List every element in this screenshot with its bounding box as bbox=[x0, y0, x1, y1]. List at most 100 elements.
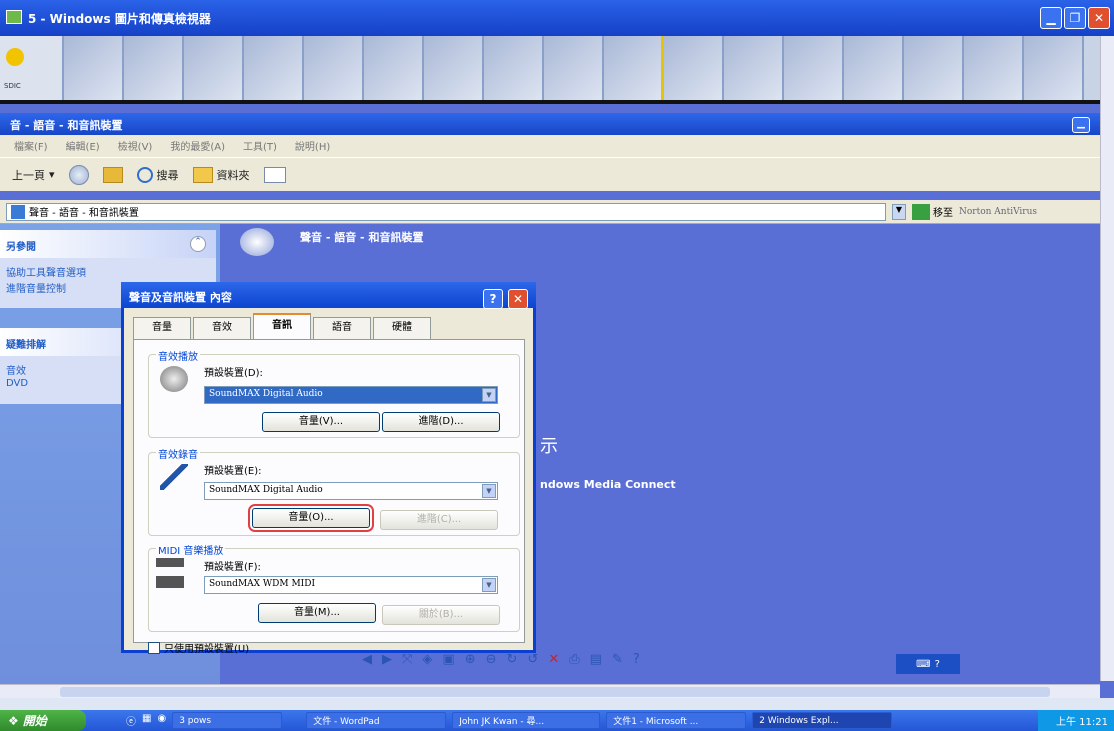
sound-window-titlebar[interactable]: 音 - 語音 - 和音訊裝置 bbox=[0, 113, 1100, 135]
zoom-in-icon[interactable]: ⊕ bbox=[465, 652, 476, 667]
playback-device-select[interactable]: SoundMAX Digital Audio ▼ bbox=[204, 386, 498, 404]
dialog-titlebar[interactable]: 聲音及音訊裝置 內容 bbox=[121, 282, 536, 308]
tab-volume[interactable]: 音量 bbox=[133, 317, 191, 339]
delete-icon[interactable]: ✕ bbox=[548, 652, 559, 667]
thumbnail[interactable] bbox=[904, 36, 964, 100]
actual-size-icon[interactable]: ◈ bbox=[422, 652, 432, 667]
start-button[interactable]: ❖ 開始 bbox=[0, 710, 86, 731]
troubleshoot-link[interactable]: DVD bbox=[6, 378, 28, 389]
minimize-button[interactable]: ▁ bbox=[1040, 7, 1062, 29]
language-bar[interactable]: ⌨ ? bbox=[896, 654, 960, 674]
taskbar-item-active[interactable]: 2 Windows Expl... bbox=[752, 712, 893, 729]
content-link[interactable]: ndows Media Connect bbox=[540, 478, 676, 491]
playback-advanced-button[interactable]: 進階(D)... bbox=[382, 412, 500, 432]
tab-sounds[interactable]: 音效 bbox=[193, 317, 251, 339]
menu-edit[interactable]: 編輯(E) bbox=[66, 138, 100, 154]
playback-volume-button[interactable]: 音量(V)... bbox=[262, 412, 380, 432]
playback-device-value: SoundMAX Digital Audio bbox=[209, 389, 323, 399]
collapse-icon[interactable]: ⌃ bbox=[190, 236, 206, 252]
troubleshoot-link[interactable]: 音效 bbox=[6, 362, 26, 377]
horizontal-scrollbar[interactable] bbox=[0, 684, 1100, 698]
sound-window-minimize-button[interactable]: ▁ bbox=[1072, 117, 1090, 133]
up-folder-icon[interactable] bbox=[102, 166, 123, 183]
menu-favorites[interactable]: 我的最愛(A) bbox=[170, 138, 225, 154]
norton-toolbar[interactable]: Norton AntiVirus bbox=[959, 207, 1037, 217]
slideshow-icon[interactable]: ▣ bbox=[442, 652, 454, 667]
folders-button[interactable]: 資料夾 bbox=[192, 166, 250, 183]
address-input[interactable]: 聲音 - 語音 - 和音訊裝置 bbox=[6, 202, 886, 221]
default-only-option[interactable]: 只使用預設裝置(U) bbox=[148, 640, 249, 655]
tab-strip: 音量 音效 音訊 語音 硬體 bbox=[133, 313, 433, 339]
thumbnail[interactable] bbox=[484, 36, 544, 100]
thumbnail[interactable] bbox=[544, 36, 604, 100]
recording-device-select[interactable]: SoundMAX Digital Audio ▼ bbox=[204, 482, 498, 500]
previous-icon[interactable]: ◀ bbox=[362, 652, 372, 667]
vertical-scrollbar[interactable] bbox=[1100, 36, 1114, 681]
rotate-ccw-icon[interactable]: ↺ bbox=[527, 652, 538, 667]
edit-icon[interactable]: ✎ bbox=[612, 652, 623, 667]
tab-voice[interactable]: 語音 bbox=[313, 317, 371, 339]
tab-hardware[interactable]: 硬體 bbox=[373, 317, 431, 339]
midi-volume-button[interactable]: 音量(M)... bbox=[258, 603, 376, 623]
back-button[interactable]: 上一頁 ▾ bbox=[12, 167, 55, 183]
maximize-button[interactable]: ❐ bbox=[1064, 7, 1086, 29]
search-button[interactable]: 搜尋 bbox=[136, 166, 179, 183]
see-also-link[interactable]: 協助工具聲音選項 bbox=[6, 264, 86, 279]
thumbnail[interactable] bbox=[424, 36, 484, 100]
tab-audio[interactable]: 音訊 bbox=[253, 313, 311, 339]
thumbnail[interactable] bbox=[124, 36, 184, 100]
recording-advanced-button[interactable]: 進階(C)... bbox=[380, 510, 498, 530]
show-desktop-icon[interactable]: ▦ bbox=[142, 713, 151, 728]
save-icon[interactable]: ▤ bbox=[590, 652, 602, 667]
thumbnail-selected[interactable] bbox=[604, 36, 664, 100]
midi-device-select[interactable]: SoundMAX WDM MIDI ▼ bbox=[204, 576, 498, 594]
taskbar-item[interactable]: 文件1 - Microsoft ... bbox=[606, 712, 747, 729]
chevron-down-icon[interactable]: ▼ bbox=[482, 578, 496, 592]
best-fit-icon[interactable]: ⤧ bbox=[402, 652, 412, 667]
thumbnail[interactable] bbox=[364, 36, 424, 100]
thumbnail[interactable] bbox=[244, 36, 304, 100]
taskbar-item[interactable]: 文件 - WordPad bbox=[306, 712, 447, 729]
thumbnail[interactable] bbox=[1024, 36, 1084, 100]
menu-view[interactable]: 檢視(V) bbox=[118, 138, 153, 154]
midi-about-button[interactable]: 關於(B)... bbox=[382, 605, 500, 625]
taskbar-item[interactable]: 3 pows bbox=[172, 712, 283, 729]
thumbnail[interactable] bbox=[664, 36, 724, 100]
thumbnail[interactable] bbox=[184, 36, 244, 100]
print-icon[interactable]: ⎙ bbox=[569, 652, 579, 667]
see-also-header[interactable]: 另參閱 bbox=[0, 230, 216, 258]
help-icon[interactable]: ? bbox=[633, 652, 640, 667]
menu-file[interactable]: 檔案(F) bbox=[14, 138, 48, 154]
rotate-cw-icon[interactable]: ↻ bbox=[507, 652, 518, 667]
quick-launch: ⓔ ▦ ◉ bbox=[126, 713, 166, 728]
zoom-out-icon[interactable]: ⊖ bbox=[486, 652, 497, 667]
photo-viewer-titlebar[interactable]: 5 - Windows 圖片和傳真檢視器 bbox=[0, 0, 1114, 36]
recording-device-label: 預設裝置(E): bbox=[204, 466, 262, 477]
views-icon[interactable] bbox=[263, 166, 286, 183]
thumbnail[interactable] bbox=[844, 36, 904, 100]
address-dropdown[interactable]: ▼ bbox=[892, 203, 906, 220]
default-only-checkbox[interactable] bbox=[148, 641, 160, 654]
see-also-link[interactable]: 進階音量控制 bbox=[6, 280, 66, 295]
recording-volume-button[interactable]: 音量(O)... bbox=[248, 504, 374, 532]
thumbnail[interactable] bbox=[964, 36, 1024, 100]
dialog-close-button[interactable]: ✕ bbox=[508, 289, 528, 309]
close-button[interactable]: ✕ bbox=[1088, 7, 1110, 29]
media-icon[interactable]: ◉ bbox=[157, 713, 166, 728]
chevron-down-icon[interactable]: ▼ bbox=[482, 484, 496, 498]
thumbnail[interactable] bbox=[64, 36, 124, 100]
thumbnail[interactable] bbox=[724, 36, 784, 100]
ie-icon[interactable]: ⓔ bbox=[126, 713, 136, 728]
menu-tools[interactable]: 工具(T) bbox=[243, 138, 277, 154]
chevron-down-icon[interactable]: ▼ bbox=[482, 388, 496, 402]
menu-help[interactable]: 說明(H) bbox=[295, 138, 330, 154]
thumbnail[interactable] bbox=[784, 36, 844, 100]
thumbnail[interactable] bbox=[304, 36, 364, 100]
goto-button[interactable]: 移至 bbox=[912, 203, 953, 220]
help-button[interactable]: ? bbox=[483, 289, 503, 309]
forward-icon[interactable] bbox=[68, 164, 89, 185]
scrollbar-thumb[interactable] bbox=[60, 687, 1050, 697]
clock[interactable]: 上午 11:21 bbox=[1056, 713, 1108, 728]
next-icon[interactable]: ▶ bbox=[382, 652, 392, 667]
taskbar-item[interactable]: John JK Kwan - 尋... bbox=[452, 712, 601, 729]
